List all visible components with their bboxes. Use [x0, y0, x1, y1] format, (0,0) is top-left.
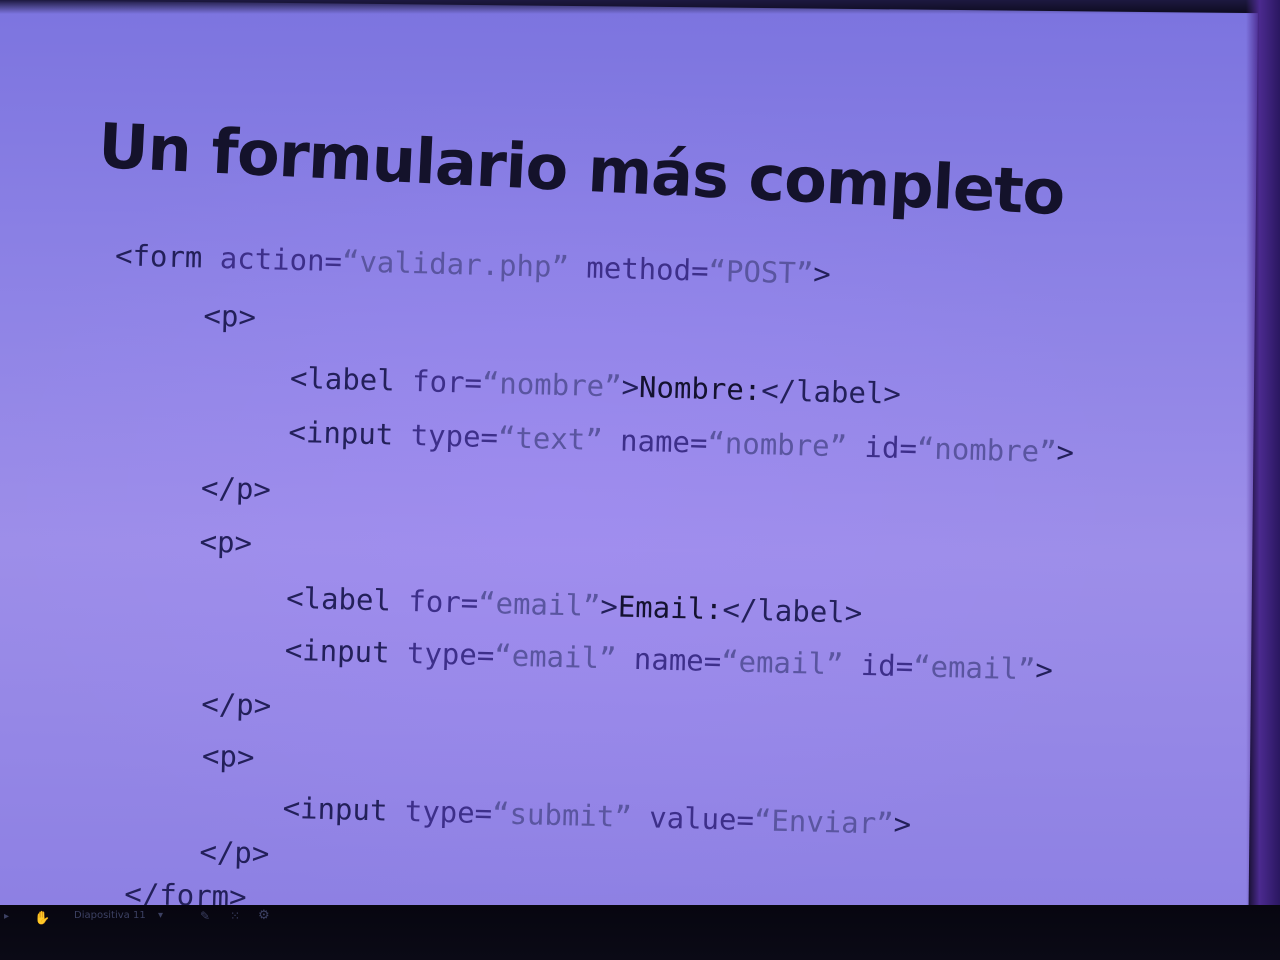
- code-token: <p>: [203, 298, 257, 334]
- code-token: <p>: [201, 738, 255, 775]
- presentation-slide: Un formulario más completo <form action=…: [0, 0, 1258, 919]
- code-token: “email”: [493, 638, 617, 676]
- code-token: “Enviar”: [753, 803, 895, 841]
- code-token: <input: [284, 632, 408, 670]
- code-token: “email”: [912, 649, 1036, 687]
- code-line: <p>: [199, 524, 253, 560]
- code-token: >: [1056, 434, 1075, 470]
- photo-of-screen: Un formulario más completo <form action=…: [0, 0, 1280, 960]
- code-token: type=: [406, 636, 495, 673]
- code-line: </p>: [200, 686, 272, 723]
- code-token: action=: [219, 240, 343, 279]
- pen-icon[interactable]: ✎: [200, 909, 210, 923]
- code-line: <input type=“submit” value=“Enviar”>: [282, 790, 912, 842]
- code-token: for=: [411, 364, 483, 400]
- code-token: name=: [616, 641, 722, 679]
- code-token: id=: [846, 429, 918, 466]
- code-token: Nombre:: [638, 369, 762, 408]
- code-line: <form action=“validar.php” method=“POST”…: [114, 238, 832, 291]
- arrow-icon[interactable]: ▸: [4, 911, 9, 922]
- code-token: “text”: [497, 420, 604, 458]
- code-token: “email”: [477, 585, 601, 624]
- gear-icon[interactable]: ⚙: [258, 908, 270, 923]
- code-token: name=: [602, 423, 708, 460]
- presenter-toolbar: ▸ ✋ Diapositiva 11 ▾ ✎ ⁙ ⚙: [0, 905, 1280, 960]
- code-line: <input type=“text” name=“nombre” id=“nom…: [288, 414, 1075, 470]
- code-line: <input type=“email” name=“email” id=“ema…: [284, 632, 1054, 687]
- code-line: <p>: [201, 738, 255, 775]
- chevron-down-icon[interactable]: ▾: [158, 910, 163, 921]
- code-token: </label>: [760, 373, 902, 411]
- code-token: “validar.php”: [341, 244, 570, 285]
- slide-counter: Diapositiva 11: [74, 910, 146, 921]
- code-token: “POST”: [708, 253, 814, 291]
- code-token: <input: [288, 414, 412, 453]
- code-token: “submit”: [491, 796, 633, 834]
- slide-title: Un formulario más completo: [96, 109, 1066, 230]
- code-token: <input: [282, 790, 406, 828]
- code-token: for=: [407, 584, 479, 620]
- code-token: type=: [410, 418, 499, 455]
- code-token: id=: [842, 647, 914, 684]
- code-token: value=: [631, 799, 755, 838]
- code-line: </p>: [200, 470, 272, 507]
- code-token: method=: [568, 250, 710, 288]
- code-line: <label for=“email”>Email:</label>: [285, 580, 863, 630]
- code-token: “nombre”: [707, 425, 848, 464]
- screen-right-edge: [1246, 0, 1280, 960]
- code-line: </p>: [199, 834, 270, 871]
- code-token: <label: [285, 580, 409, 619]
- pointer-icon[interactable]: ✋: [34, 911, 50, 926]
- code-token: >: [621, 369, 640, 404]
- code-token: </p>: [200, 470, 272, 507]
- code-line: <label for=“nombre”>Nombre:</label>: [289, 360, 902, 411]
- code-token: </label>: [722, 592, 863, 630]
- code-token: >: [893, 806, 912, 842]
- code-token: >: [1034, 652, 1054, 687]
- code-line: <p>: [203, 298, 257, 334]
- code-token: “email”: [720, 644, 844, 682]
- code-token: “nombre”: [916, 431, 1058, 469]
- code-token: <label: [289, 360, 413, 399]
- code-token: <p>: [199, 524, 253, 560]
- code-token: >: [599, 589, 619, 624]
- screen-top-edge: [0, 0, 1280, 14]
- code-token: Email:: [617, 589, 724, 627]
- code-token: </p>: [199, 834, 270, 871]
- code-token: “nombre”: [481, 365, 623, 404]
- code-token: </p>: [200, 686, 272, 723]
- code-token: >: [812, 256, 832, 291]
- grid-icon[interactable]: ⁙: [230, 909, 240, 923]
- code-token: <form: [114, 238, 221, 275]
- code-token: type=: [404, 793, 493, 831]
